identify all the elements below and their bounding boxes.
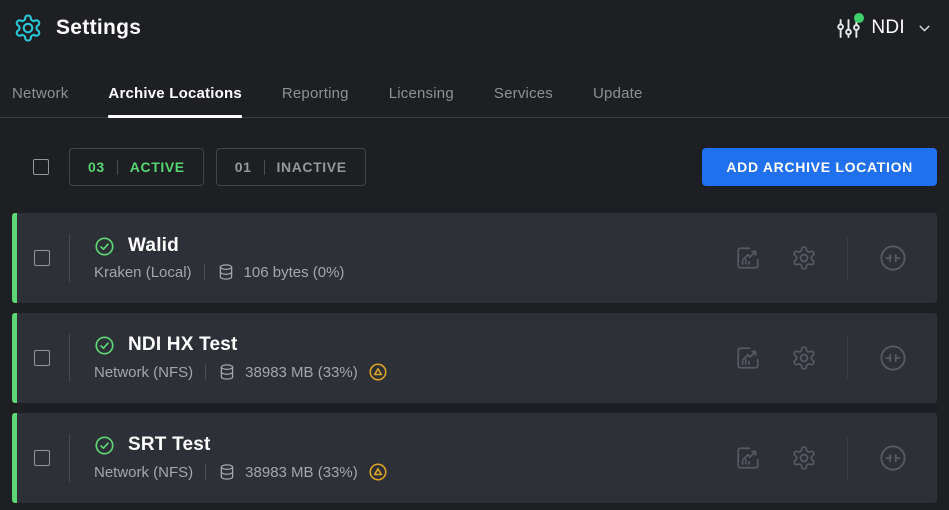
settings-tabs: Network Archive Locations Reporting Lice… <box>0 56 949 118</box>
archive-list: Walid Kraken (Local) 106 bytes (0%) <box>12 213 937 503</box>
add-archive-location-button[interactable]: ADD ARCHIVE LOCATION <box>702 148 937 186</box>
archive-name: NDI HX Test <box>128 334 238 356</box>
divider <box>847 437 848 479</box>
database-icon <box>217 263 235 281</box>
settings-page: Settings NDI Network Archive Locations R… <box>0 0 949 510</box>
unmount-icon[interactable] <box>878 443 908 473</box>
archive-usage: 38983 MB (33%) <box>245 364 358 381</box>
row-actions <box>735 237 908 279</box>
row-actions <box>735 337 908 379</box>
unmount-icon[interactable] <box>878 343 908 373</box>
gear-icon[interactable] <box>791 345 817 371</box>
green-status-dot <box>854 13 864 23</box>
active-count-badge[interactable]: 03 ACTIVE <box>69 148 204 186</box>
server-name-label: NDI <box>871 17 905 39</box>
check-circle-icon <box>94 236 115 257</box>
archive-name: Walid <box>128 235 179 257</box>
archive-usage: 38983 MB (33%) <box>245 464 358 481</box>
inactive-count: 01 <box>235 159 252 175</box>
check-circle-icon <box>94 335 115 356</box>
toolbar: 03 ACTIVE 01 INACTIVE ADD ARCHIVE LOCATI… <box>12 148 937 186</box>
gear-icon[interactable] <box>791 245 817 271</box>
database-icon <box>218 463 236 481</box>
tab-reporting[interactable]: Reporting <box>282 85 349 117</box>
row-checkbox[interactable] <box>34 250 50 266</box>
divider <box>205 464 206 480</box>
row-actions <box>735 437 908 479</box>
settings-gear-icon <box>13 13 43 43</box>
row-checkbox[interactable] <box>34 350 50 366</box>
inactive-label: INACTIVE <box>277 159 347 175</box>
tab-update[interactable]: Update <box>593 85 643 117</box>
inactive-count-badge[interactable]: 01 INACTIVE <box>216 148 366 186</box>
check-circle-icon <box>94 435 115 456</box>
archive-info: SRT Test Network (NFS) 38983 MB (33%) <box>94 434 388 482</box>
chart-icon[interactable] <box>735 345 761 371</box>
archive-card-srt-test: SRT Test Network (NFS) 38983 MB (33%) <box>12 413 937 503</box>
archive-type: Network (NFS) <box>94 464 193 481</box>
archive-info: Walid Kraken (Local) 106 bytes (0%) <box>94 235 344 281</box>
warning-circle-icon <box>368 362 388 382</box>
page-title: Settings <box>56 16 141 40</box>
divider <box>69 434 70 482</box>
unmount-icon[interactable] <box>878 243 908 273</box>
chevron-down-icon <box>916 20 933 37</box>
sliders-icon <box>835 15 862 42</box>
database-icon <box>218 363 236 381</box>
divider <box>204 264 205 280</box>
chart-icon[interactable] <box>735 445 761 471</box>
active-count: 03 <box>88 159 105 175</box>
archive-usage: 106 bytes (0%) <box>244 264 345 281</box>
tab-licensing[interactable]: Licensing <box>389 85 454 117</box>
gear-icon[interactable] <box>791 445 817 471</box>
tab-archive-locations[interactable]: Archive Locations <box>108 85 241 117</box>
badge-divider <box>117 160 118 175</box>
active-label: ACTIVE <box>130 159 185 175</box>
archive-name: SRT Test <box>128 434 211 456</box>
warning-circle-icon <box>368 462 388 482</box>
archive-type: Network (NFS) <box>94 364 193 381</box>
divider <box>69 234 70 282</box>
server-selector[interactable]: NDI <box>835 15 933 42</box>
archive-card-walid: Walid Kraken (Local) 106 bytes (0%) <box>12 213 937 303</box>
tab-network[interactable]: Network <box>12 85 68 117</box>
select-all-checkbox[interactable] <box>33 159 49 175</box>
header: Settings NDI <box>0 0 949 56</box>
badge-divider <box>264 160 265 175</box>
archive-card-ndi-hx-test: NDI HX Test Network (NFS) 38983 MB (33%) <box>12 313 937 403</box>
archive-info: NDI HX Test Network (NFS) 38983 MB (33%) <box>94 334 388 382</box>
divider <box>847 237 848 279</box>
tab-services[interactable]: Services <box>494 85 553 117</box>
divider <box>847 337 848 379</box>
chart-icon[interactable] <box>735 245 761 271</box>
divider <box>69 334 70 382</box>
row-checkbox[interactable] <box>34 450 50 466</box>
archive-type: Kraken (Local) <box>94 264 192 281</box>
divider <box>205 364 206 380</box>
